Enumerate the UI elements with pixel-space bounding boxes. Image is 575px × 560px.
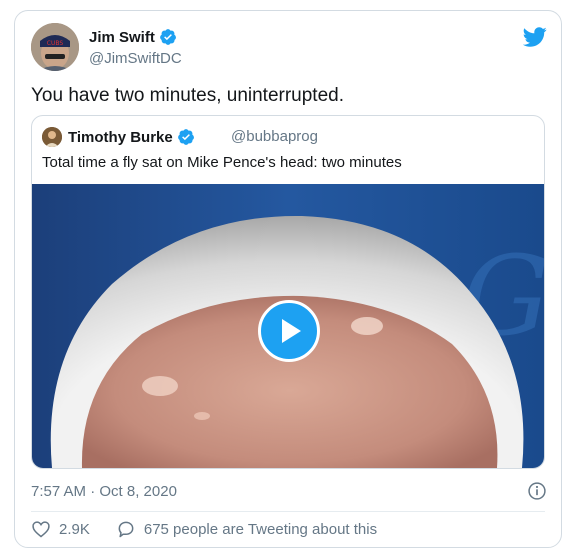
verified-badge-icon	[159, 29, 176, 45]
info-icon[interactable]	[527, 481, 547, 501]
quoted-author-name-text: Timothy Burke	[68, 128, 173, 146]
tweet-about-this-button[interactable]: 675 people are Tweeting about this	[116, 519, 377, 539]
comment-icon	[118, 521, 134, 538]
tweet-card: CUBS Jim Swift @JimSwiftDC You have two …	[14, 10, 562, 548]
play-button[interactable]	[258, 300, 320, 362]
tweet-timestamp[interactable]: 7:57 AM · Oct 8, 2020	[31, 483, 177, 500]
tweet-actions: 2.9K 675 people are Tweeting about this	[31, 517, 377, 541]
like-count: 2.9K	[59, 520, 90, 538]
avatar-icon	[42, 127, 62, 147]
quoted-author-name[interactable]: Timothy Burke	[68, 128, 195, 146]
heart-icon	[32, 521, 50, 538]
like-button[interactable]: 2.9K	[31, 519, 90, 539]
tweet-text: You have two minutes, uninterrupted.	[31, 85, 344, 106]
quoted-tweet-text: Total time a fly sat on Mike Pence's hea…	[42, 154, 402, 171]
svg-text:CUBS: CUBS	[47, 40, 64, 47]
author-handle[interactable]: @JimSwiftDC	[89, 50, 182, 67]
quoted-author-handle[interactable]: @bubbaprog	[231, 128, 318, 145]
video-thumbnail[interactable]: G	[32, 184, 544, 468]
quoted-tweet[interactable]: Timothy Burke @bubbaprog Total time a fl…	[31, 115, 545, 469]
play-icon	[282, 319, 301, 343]
author-name[interactable]: Jim Swift	[89, 28, 177, 46]
author-avatar[interactable]: CUBS	[31, 23, 79, 71]
author-name-text: Jim Swift	[89, 28, 155, 46]
tweeting-about-text: 675 people are Tweeting about this	[143, 520, 378, 538]
avatar-icon: CUBS	[31, 23, 79, 71]
quoted-author-avatar[interactable]	[42, 127, 62, 147]
verified-badge-icon	[177, 129, 194, 145]
divider	[31, 511, 545, 512]
twitter-bird-icon[interactable]	[523, 25, 547, 49]
